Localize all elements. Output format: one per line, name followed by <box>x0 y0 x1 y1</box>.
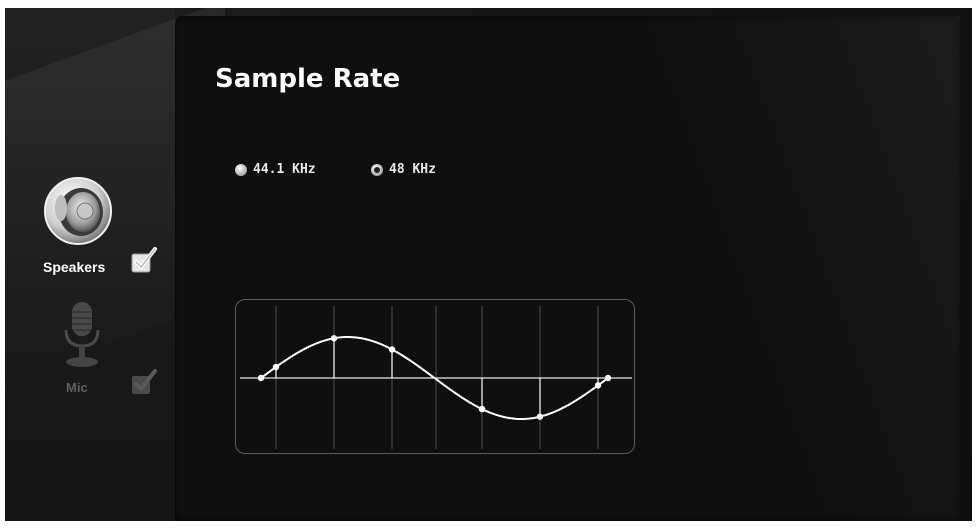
sample-point <box>478 405 486 413</box>
radio-48[interactable] <box>371 163 383 176</box>
speakers-label[interactable]: Speakers <box>43 259 105 275</box>
microphone-icon[interactable] <box>60 300 105 370</box>
device-sidebar: Speakers Mic <box>5 8 175 521</box>
rate-option-44-1[interactable]: 44.1 KHz <box>235 162 316 177</box>
rate-label-44-1[interactable]: 44.1 KHz <box>253 162 316 177</box>
mic-checkbox[interactable] <box>130 368 158 396</box>
sample-point <box>257 374 265 382</box>
speaker-icon[interactable] <box>43 176 113 246</box>
speakers-checkbox[interactable] <box>130 246 158 274</box>
sample-rate-panel: Sample Rate 44.1 KHz 48 KHz <box>175 16 960 521</box>
rate-option-48[interactable]: 48 KHz <box>371 162 436 177</box>
sample-point <box>272 363 280 371</box>
panel-title: Sample Rate <box>215 64 401 94</box>
waveform-graph <box>235 299 635 454</box>
waveform-canvas <box>240 306 632 449</box>
sample-point <box>536 413 544 420</box>
sample-point <box>330 335 338 342</box>
sample-point <box>388 346 396 353</box>
sample-point <box>594 382 602 389</box>
rate-label-48[interactable]: 48 KHz <box>389 162 436 177</box>
mic-label[interactable]: Mic <box>66 380 88 395</box>
radio-44-1[interactable] <box>235 163 247 176</box>
sample-point <box>604 374 612 382</box>
app-window: Speakers Mic Sample Rate 44.1 KHz 48 KHz <box>5 8 972 521</box>
